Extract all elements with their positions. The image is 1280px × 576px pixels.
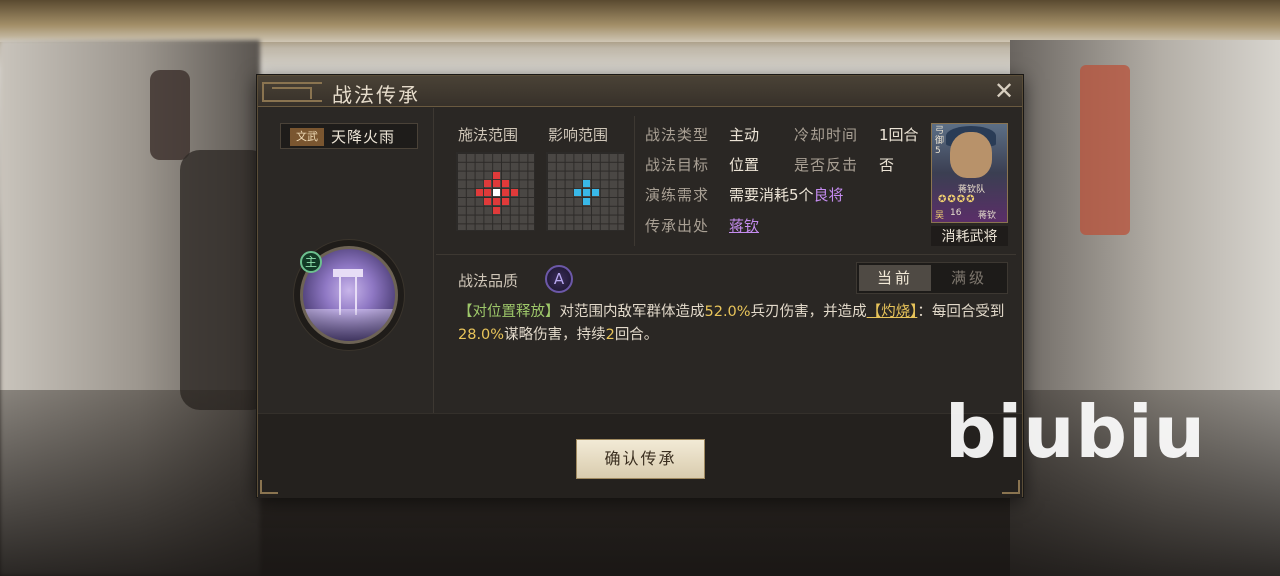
general-portrait: [950, 132, 992, 178]
cast-range-label: 施法范围: [458, 126, 519, 144]
level-tab-group: 当前 满级: [856, 262, 1008, 294]
cast-range-cell: [493, 171, 501, 179]
cast-range-cell: [510, 189, 518, 197]
star-icons: ✪✪✪✪: [938, 194, 976, 205]
background-banner: [1080, 65, 1130, 235]
desc-text: 谋略伤害，持续: [504, 327, 606, 343]
cast-range-cell: [475, 189, 483, 197]
watermark: biubiu: [945, 390, 1206, 474]
card-short-name: 蒋钦: [978, 211, 997, 221]
skill-type-value: 主动: [729, 126, 760, 144]
effect-range-cell: [583, 198, 591, 205]
desc-status-link[interactable]: 【灼烧】: [867, 304, 918, 320]
desc-value: 28.0%: [458, 327, 505, 343]
main-skill-badge: 主: [300, 251, 322, 273]
background-figure: [150, 70, 190, 160]
cast-range-cell: [484, 189, 492, 197]
skill-name: 天降火雨: [331, 128, 396, 146]
tab-max-level[interactable]: 满级: [933, 265, 1005, 291]
general-card[interactable]: 弓御5 蒋钦队 ✪✪✪✪ 吴 16 蒋钦: [931, 123, 1008, 223]
general-card-caption: 消耗武将: [931, 226, 1008, 246]
card-faction: 吴: [935, 211, 945, 221]
skill-name-box: 文武 天降火雨: [280, 123, 418, 149]
cooldown-label: 冷却时间: [794, 126, 859, 144]
dialog-title: 战法传承: [332, 83, 420, 107]
cast-range-cell: [502, 180, 509, 188]
close-icon[interactable]: ✕: [992, 79, 1016, 104]
cooldown-value: 1回合: [879, 126, 919, 144]
cast-range-cell: [493, 198, 501, 205]
confirm-inherit-button[interactable]: 确认传承: [576, 439, 705, 479]
skill-left-panel: 文武 天降火雨 主: [258, 108, 434, 413]
practice-quality-text: 良将: [813, 186, 844, 204]
effect-range-cell: [583, 180, 591, 188]
desc-text: 兵刃伤害，并造成: [750, 304, 867, 320]
tab-current[interactable]: 当前: [859, 265, 931, 291]
dialog-title-bar: 战法传承 ✕: [258, 76, 1022, 107]
corner-ornament-icon: [1002, 480, 1020, 494]
card-corner-text: 弓御5: [935, 126, 945, 156]
target-label: 战法目标: [645, 156, 710, 174]
effect-range-cell: [592, 189, 599, 197]
desc-text: 回合。: [614, 327, 659, 343]
cast-range-cell: [502, 189, 509, 197]
target-value: 位置: [729, 156, 760, 174]
background-top-bar: [0, 0, 1280, 42]
practice-value-text: 需要消耗5个: [729, 186, 814, 204]
effect-range-cell: [583, 189, 591, 197]
effect-range-label: 影响范围: [548, 126, 609, 144]
desc-text: ：每回合受到: [917, 304, 1005, 320]
cast-range-cell: [484, 198, 492, 205]
desc-value: 52.0%: [704, 304, 751, 320]
desc-value: 2: [605, 327, 615, 343]
effect-range-cell: [574, 189, 582, 197]
cast-range-cell: [493, 180, 501, 188]
quality-label: 战法品质: [458, 272, 519, 290]
skill-description: 【对位置释放】对范围内敌军群体造成52.0%兵刃伤害，并造成【灼烧】：每回合受到…: [458, 301, 1006, 347]
skill-inherit-dialog: 战法传承 ✕ 文武 天降火雨 主 施法范围 影响范围 战法类型 主动 冷却时间 …: [257, 75, 1023, 498]
corner-ornament-icon: [260, 480, 278, 494]
cast-range-cell: [484, 180, 492, 188]
divider: [436, 254, 1016, 255]
card-level: 16: [950, 208, 962, 218]
title-ornament-icon: [262, 82, 322, 102]
counter-label: 是否反击: [794, 156, 859, 174]
cast-range-cell: [502, 198, 509, 205]
desc-text: 对范围内敌军群体造成: [559, 304, 705, 320]
source-general-link[interactable]: 蒋钦: [729, 215, 759, 236]
cast-range-cell: [493, 189, 501, 197]
practice-value: 需要消耗5个良将: [729, 184, 844, 205]
practice-label: 演练需求: [645, 186, 710, 204]
source-label: 传承出处: [645, 217, 710, 235]
divider: [634, 116, 635, 246]
skill-type-tag: 文武: [290, 128, 324, 146]
counter-value: 否: [879, 156, 895, 174]
dialog-footer: 确认传承: [258, 413, 1022, 498]
orb-ground: [303, 309, 395, 341]
quality-badge: A: [545, 265, 573, 293]
effect-range-grid: [546, 152, 625, 231]
desc-target-tag: 【对位置释放】: [458, 304, 560, 320]
cast-range-grid: [456, 152, 535, 231]
skill-type-label: 战法类型: [645, 126, 710, 144]
cast-range-cell: [493, 206, 501, 214]
